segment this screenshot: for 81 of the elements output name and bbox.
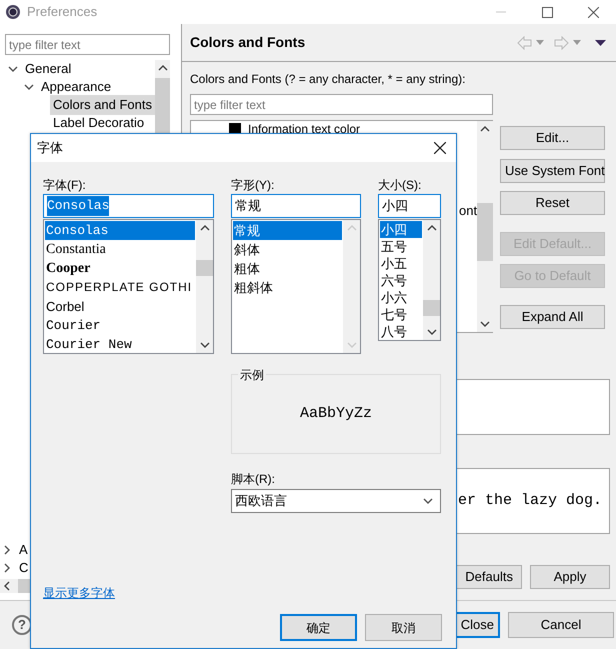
list-item[interactable]: Corbel xyxy=(45,297,195,316)
close-button[interactable] xyxy=(434,142,446,154)
list-item[interactable]: 常规 xyxy=(233,221,342,240)
chevron-icon xyxy=(346,224,356,232)
field-label: 字形(Y): xyxy=(231,177,276,194)
list-item[interactable]: 小四 xyxy=(380,221,422,238)
maximize-icon xyxy=(542,6,552,18)
dialog-title: 字体 xyxy=(37,139,63,158)
chevron-icon xyxy=(480,125,490,133)
tree-item[interactable]: Label Decoratio xyxy=(50,113,148,133)
description: Colors and Fonts (? = any character, * = any string): xyxy=(190,71,466,88)
button[interactable]: Cancel xyxy=(508,612,614,638)
expand-icon[interactable] xyxy=(2,545,12,555)
chevron-icon xyxy=(158,64,168,72)
back-arrow-icon[interactable] xyxy=(517,36,532,50)
list-item[interactable]: 八号 xyxy=(380,323,422,340)
field-label: 脚本(R): xyxy=(231,471,276,488)
list-item[interactable]: 六号 xyxy=(380,272,422,289)
expand-icon[interactable] xyxy=(24,83,34,91)
tree-item[interactable]: Colors and Fonts xyxy=(50,95,155,115)
list-item[interactable]: 五号 xyxy=(380,238,422,255)
caret-icon[interactable] xyxy=(536,40,544,45)
scrollbar[interactable] xyxy=(423,220,440,340)
list-item[interactable]: Constantia xyxy=(45,240,195,259)
more-fonts-link[interactable]: 显示更多字体 xyxy=(43,586,115,600)
chevron-icon xyxy=(426,328,436,336)
sample-text: AaBbYyZz xyxy=(300,404,372,424)
list-item[interactable]: Information text color xyxy=(248,122,360,136)
tree-item[interactable]: General xyxy=(22,59,74,79)
filter-field[interactable]: type filter text xyxy=(5,34,170,55)
close-icon xyxy=(434,142,446,154)
list-item[interactable]: 粗斜体 xyxy=(233,278,342,297)
chevron-icon xyxy=(200,341,210,349)
scrollbar-thumb[interactable] xyxy=(423,300,440,316)
list-item[interactable]: COPPERPLATE GOTHI xyxy=(45,278,195,297)
caret-icon xyxy=(423,497,433,505)
forward-arrow-icon[interactable] xyxy=(554,36,569,50)
input-field[interactable]: Consolas xyxy=(43,194,214,218)
tree-item[interactable]: C xyxy=(16,558,32,578)
caret-icon[interactable] xyxy=(573,40,581,45)
tree-item[interactable]: A xyxy=(16,540,31,560)
chevron-icon xyxy=(480,320,490,328)
button[interactable]: 取消 xyxy=(365,614,442,641)
close-icon xyxy=(588,6,598,18)
scrollbar-thumb[interactable] xyxy=(196,260,213,276)
chevron-icon xyxy=(426,224,436,232)
page-title: Colors and Fonts xyxy=(189,33,306,52)
list-item[interactable]: Courier New xyxy=(45,335,195,353)
input-field[interactable]: 小四 xyxy=(378,194,441,218)
list-item[interactable]: 小六 xyxy=(380,289,422,306)
preview-text: er the lazy dog. xyxy=(458,490,602,511)
list-item[interactable]: Consolas xyxy=(45,221,195,240)
list-item[interactable]: ont xyxy=(459,204,478,218)
button[interactable]: Use System Font xyxy=(500,159,605,183)
list-item[interactable]: 小五 xyxy=(380,255,422,272)
chevron-icon xyxy=(2,581,12,591)
button[interactable]: Edit... xyxy=(500,126,605,150)
scrollbar[interactable] xyxy=(343,220,360,353)
list-item[interactable]: Courier xyxy=(45,316,195,335)
button[interactable]: Expand All xyxy=(500,305,605,329)
chevron-icon xyxy=(200,224,210,232)
expand-icon[interactable] xyxy=(2,563,12,573)
button[interactable]: Apply xyxy=(530,565,610,589)
list-item[interactable]: 七号 xyxy=(380,306,422,323)
dropdown[interactable]: 西欧语言 xyxy=(231,489,441,513)
expand-icon[interactable] xyxy=(8,65,18,73)
list-item[interactable]: 粗体 xyxy=(233,259,342,278)
field-label: 字体(F): xyxy=(43,177,87,194)
menu-icon[interactable] xyxy=(595,40,606,46)
button[interactable]: Reset xyxy=(500,191,605,215)
scrollbar[interactable] xyxy=(477,121,494,332)
button[interactable]: 确定 xyxy=(280,614,357,641)
tree-item[interactable]: Appearance xyxy=(38,77,114,97)
window-title: Preferences xyxy=(26,3,98,22)
scrollbar[interactable] xyxy=(196,220,213,353)
field-label: 大小(S): xyxy=(378,177,422,194)
filter-field[interactable]: type filter text xyxy=(190,94,493,115)
list-item[interactable]: 斜体 xyxy=(233,240,342,259)
list-item[interactable]: Cooper xyxy=(45,259,195,278)
chevron-icon xyxy=(346,341,356,349)
input-field[interactable]: 常规 xyxy=(231,194,361,218)
